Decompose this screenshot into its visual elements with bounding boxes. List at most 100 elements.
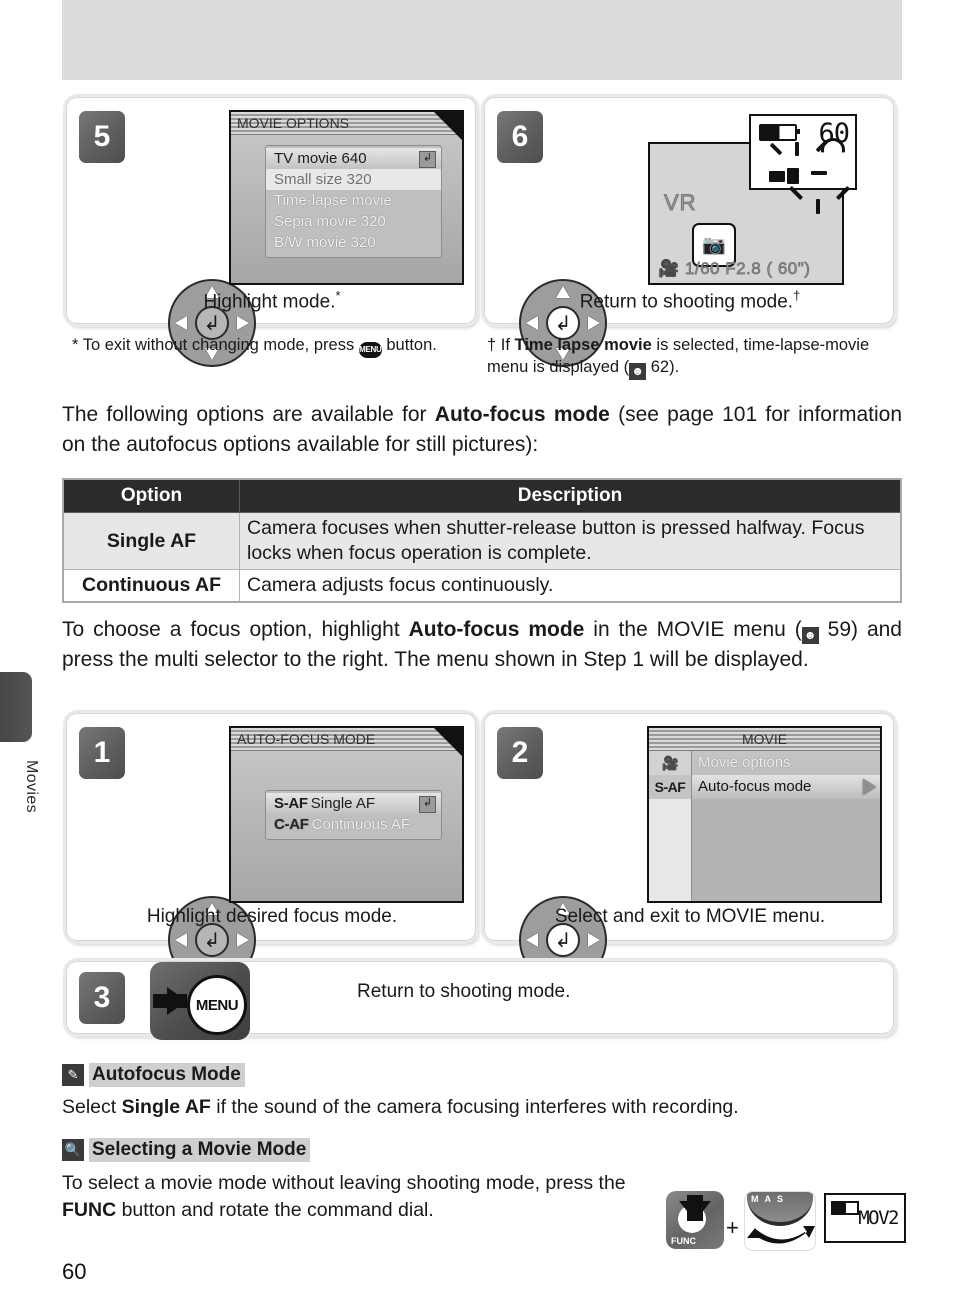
chapter-tab-label: Movies <box>23 760 40 814</box>
exposure-values: 1/60 F2.8 ( 60") <box>684 259 811 279</box>
list-item[interactable]: Time-lapse movie <box>266 190 441 211</box>
page-number: 60 <box>62 1259 87 1284</box>
table-row: Continuous AF Camera adjusts focus conti… <box>62 569 902 603</box>
command-dial[interactable]: MAS <box>744 1191 816 1251</box>
footnote-marker: * <box>72 336 79 354</box>
blink-ray <box>795 142 799 156</box>
enter-icon: ↲ <box>554 929 572 952</box>
paragraph-text: in the MOVIE menu ( <box>584 618 802 641</box>
movie-menu-title: MOVIE <box>649 728 880 751</box>
left-arrow-icon[interactable] <box>175 933 187 947</box>
enter-icon: ↲ <box>203 929 221 952</box>
step-3-caption: Return to shooting mode. <box>357 981 571 1002</box>
left-arrow-icon[interactable] <box>526 933 538 947</box>
step-6-caption: Return to shooting mode.† <box>485 288 895 313</box>
list-item-label: Small size 320 <box>274 171 372 188</box>
auto-focus-mode-screen: AUTO-FOCUS MODE S-AF Single AF ↲ C-AF Cont… <box>229 726 464 903</box>
blink-ray <box>811 171 827 175</box>
step-1-badge: 1 <box>79 727 125 779</box>
menu-item-label: Auto-focus mode <box>692 775 880 799</box>
list-item-label: Continuous AF <box>311 816 411 833</box>
paragraph-bold: Auto-focus mode <box>434 403 610 426</box>
enter-icon: ↲ <box>419 796 436 813</box>
right-arrow-icon[interactable] <box>588 316 600 330</box>
press-arrow-icon <box>153 987 187 1015</box>
list-item[interactable]: TV movie 640 ↲ <box>266 148 441 169</box>
paragraph-text: To choose a focus option, highlight <box>62 618 409 641</box>
plus-sign: + <box>726 1215 739 1240</box>
step-5-panel: 5 ↲ MOVIE OPTIONS TV movie 640 ↲ Small s… <box>66 97 476 367</box>
note-selecting-movie-mode-header: 🔍 Selecting a Movie Mode <box>62 1138 311 1162</box>
paragraph-text: The following options are available for <box>62 403 435 426</box>
list-item-label: B/W movie 320 <box>274 234 376 251</box>
movie-menu-icon-column <box>649 798 692 901</box>
movie-mode-icon: 🎥 <box>658 259 680 279</box>
footnote-marker: * <box>335 288 341 303</box>
intro-paragraph: The following options are available for … <box>62 400 902 460</box>
menu-item-label-text: Auto-focus mode <box>698 778 812 795</box>
table-row: Single AF Camera focuses when shutter-re… <box>62 512 902 570</box>
step-2-panel: 2 ↲ MOVIE 🎥 Movie options S-AF Auto-focu… <box>484 713 894 984</box>
right-arrow-icon <box>863 779 876 795</box>
paragraph-bold: Auto-focus mode <box>408 618 585 641</box>
list-item[interactable]: S-AF Single AF ↲ <box>266 793 441 814</box>
table-cell-description: Camera adjusts focus continuously. <box>239 569 902 603</box>
chapter-tab <box>0 672 32 742</box>
movie-options-list: TV movie 640 ↲ Small size 320 Time-lapse… <box>265 145 442 258</box>
func-button-label: FUNC <box>671 1236 696 1246</box>
footnote-bold: Time lapse movie <box>514 336 652 354</box>
note-text: button and rotate the command dial. <box>116 1199 434 1221</box>
right-arrow-icon[interactable] <box>588 933 600 947</box>
menu-item-tag: S-AF <box>649 775 692 799</box>
second-paragraph: To choose a focus option, highlight Auto… <box>62 615 902 675</box>
note-text: if the sound of the camera focusing inte… <box>210 1096 739 1118</box>
menu-item-movie-options[interactable]: 🎥 Movie options <box>649 751 880 775</box>
header-band <box>62 0 902 80</box>
movie-menu-content-column <box>692 798 880 901</box>
step-1-panel: 1 ↲ AUTO-FOCUS MODE S-AF Single AF ↲ C-AF… <box>66 713 476 984</box>
step-2-badge: 2 <box>497 727 543 779</box>
list-item-label: Time-lapse movie <box>274 192 392 209</box>
footnote-marker: † <box>487 336 497 354</box>
continuous-mode-icon <box>769 164 799 188</box>
list-item[interactable]: C-AF Continuous AF <box>266 814 441 835</box>
mini-lcd-display: MOV2 <box>824 1193 906 1243</box>
menu-button[interactable]: MENU <box>187 975 247 1035</box>
table-header-row: Option Description <box>62 478 902 513</box>
step-6-badge: 6 <box>497 111 543 163</box>
menu-item-label: Movie options <box>698 754 791 771</box>
list-item[interactable]: B/W movie 320 <box>266 232 441 253</box>
page-ref-icon: ☻ <box>801 627 819 644</box>
step-2-caption: Select and exit to MOVIE menu. <box>554 906 826 927</box>
blink-ray <box>816 199 820 214</box>
note-title: Autofocus Mode <box>89 1063 245 1087</box>
movie-options-screen: MOVIE OPTIONS TV movie 640 ↲ Small size … <box>229 110 464 285</box>
note-selecting-movie-mode-body: To select a movie mode without leaving s… <box>62 1170 662 1224</box>
left-arrow-icon[interactable] <box>175 316 187 330</box>
right-arrow-icon[interactable] <box>237 316 249 330</box>
movie-menu-body <box>649 798 880 901</box>
dogear-icon <box>434 728 462 756</box>
right-arrow-icon[interactable] <box>237 933 249 947</box>
table-cell-option: Single AF <box>62 512 240 570</box>
speaker-icon <box>821 138 845 153</box>
note-text: Select <box>62 1096 122 1118</box>
press-arrow-icon <box>679 1195 711 1221</box>
footnote-dagger: † If Time lapse movie is selected, time-… <box>487 334 892 380</box>
note-bold: Single AF <box>121 1096 211 1118</box>
step-1-caption: Highlight desired focus mode. <box>146 906 398 927</box>
note-autofocus-mode-header: ✎ Autofocus Mode <box>62 1063 245 1087</box>
battery-icon <box>759 124 800 141</box>
table-cell-description: Camera focuses when shutter-release butt… <box>239 512 902 570</box>
movie-menu-screen: MOVIE 🎥 Movie options S-AF Auto-focus mo… <box>647 726 882 903</box>
list-item[interactable]: Small size 320 <box>266 169 441 190</box>
note-title: Selecting a Movie Mode <box>89 1138 311 1162</box>
menu-item-auto-focus-mode[interactable]: S-AF Auto-focus mode <box>649 775 880 799</box>
note-text: To select a movie mode without leaving s… <box>62 1172 626 1194</box>
list-item[interactable]: Sepia movie 320 <box>266 211 441 232</box>
step-3-badge: 3 <box>79 972 125 1024</box>
left-arrow-icon[interactable] <box>526 316 538 330</box>
list-item-tag: S-AF <box>274 795 308 812</box>
note-autofocus-mode-body: Select Single AF if the sound of the cam… <box>62 1094 902 1121</box>
step-5-caption-text: Highlight mode. <box>203 291 336 313</box>
